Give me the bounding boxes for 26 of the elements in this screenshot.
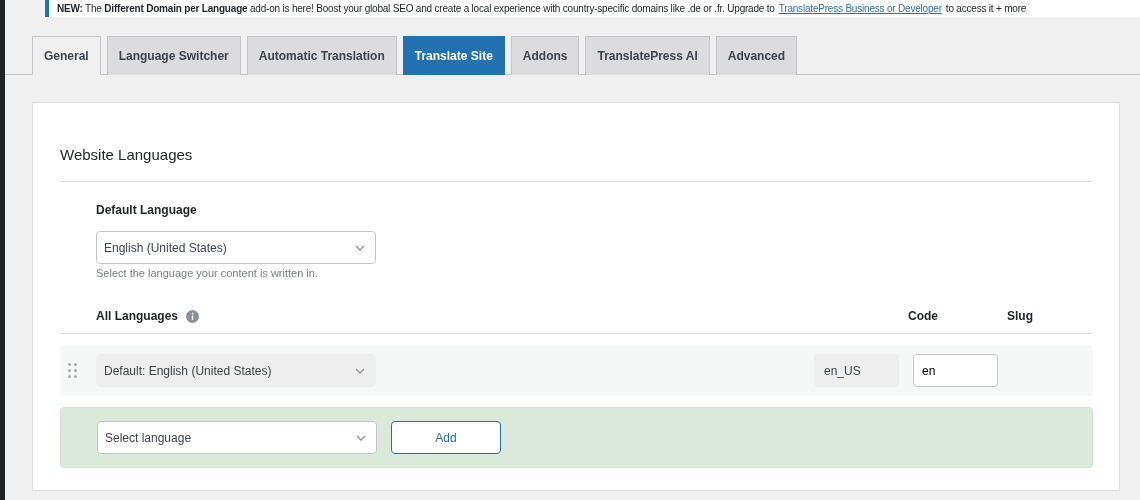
tab[interactable]: TranslatePress AI: [585, 36, 710, 75]
column-header: All Languages: [96, 309, 178, 323]
language-select[interactable]: Select language: [97, 421, 377, 454]
column-header: Code: [908, 309, 939, 323]
drag-handle-icon[interactable]: [68, 363, 77, 378]
tab[interactable]: Advanced: [715, 36, 798, 75]
language-code-field: en_US: [814, 354, 899, 387]
chevron-down-icon: [355, 367, 365, 374]
tab[interactable]: Automatic Translation: [246, 36, 397, 75]
section-title: Website Languages: [60, 103, 1093, 182]
column-header: Slug: [1007, 309, 1034, 323]
chevron-down-icon: [356, 434, 366, 441]
tab[interactable]: General: [32, 36, 101, 75]
info-icon: [186, 309, 199, 323]
upgrade-link[interactable]: TranslatePress Business or Developer: [778, 3, 942, 14]
tab[interactable]: Translate Site: [402, 36, 505, 75]
add-button[interactable]: Add: [391, 421, 501, 454]
chevron-down-icon: [355, 244, 365, 251]
language-select[interactable]: English (United States): [96, 231, 376, 264]
field-label: Default Language: [96, 203, 198, 217]
language-select: Default: English (United States): [96, 354, 376, 387]
tab[interactable]: Addons: [510, 36, 580, 75]
tab[interactable]: Language Switcher: [106, 36, 241, 75]
notice-text: NEW: The Different Domain per Language add-on is here! Boost your global SEO and create a local experience with country-specific domains like .de or .fr. Upgrade to: [57, 3, 775, 14]
notice-text: to access it + more: [945, 3, 1027, 14]
help-text: Select the language your content is written in.: [96, 267, 319, 279]
